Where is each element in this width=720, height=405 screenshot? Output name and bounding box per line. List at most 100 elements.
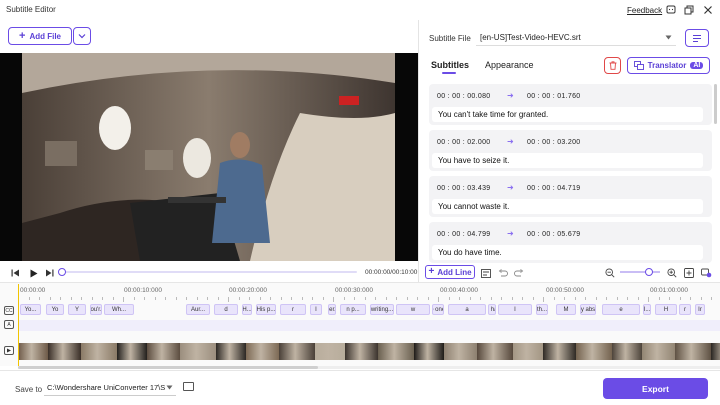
feedback-link[interactable]: Feedback	[627, 6, 662, 15]
add-file-button[interactable]: + Add File	[8, 27, 72, 45]
subtitle-clip[interactable]: r	[280, 304, 306, 315]
undo-icon[interactable]	[497, 267, 509, 279]
add-line-button[interactable]: + Add Line	[425, 265, 475, 279]
tab-appearance[interactable]: Appearance	[485, 60, 534, 70]
ruler-tick	[480, 297, 481, 300]
zoom-in-icon[interactable]	[666, 267, 678, 279]
title-bar: Subtitle Editor	[0, 0, 720, 20]
video-thumbnail	[315, 343, 345, 360]
subtitle-clip[interactable]: You'r...	[90, 304, 102, 315]
subtitle-clip[interactable]: d	[214, 304, 238, 315]
export-button[interactable]: Export	[603, 378, 708, 399]
play-icon[interactable]	[27, 267, 39, 279]
subtitle-item[interactable]: 00 : 00 : 00.080 ➜ 00 : 00 : 01.760 You …	[429, 84, 712, 125]
subtitle-start-time[interactable]: 00 : 00 : 03.439	[437, 185, 490, 192]
video-thumbnail-track[interactable]	[18, 343, 720, 360]
add-file-dropdown[interactable]	[73, 27, 91, 45]
ruler-label: 00:00:00	[20, 287, 46, 294]
subtitle-clip[interactable]: e	[602, 304, 640, 315]
ruler-tick	[564, 297, 565, 300]
subtitle-text[interactable]: You can't take time for granted.	[432, 107, 703, 122]
video-thumbnail	[414, 343, 444, 360]
subtitle-clip[interactable]: He ha...	[488, 304, 496, 315]
subtitle-item[interactable]: 00 : 00 : 02.000 ➜ 00 : 00 : 03.200 You …	[429, 130, 712, 171]
video-thumbnail	[444, 343, 477, 360]
close-icon[interactable]	[702, 4, 713, 15]
zoom-out-icon[interactable]	[604, 267, 616, 279]
subtitle-text[interactable]: You do have time.	[432, 245, 703, 260]
previous-frame-icon[interactable]	[9, 267, 21, 279]
split-icon[interactable]	[480, 267, 492, 279]
fit-timeline-icon[interactable]	[683, 267, 695, 279]
video-thumbnail	[543, 343, 576, 360]
subtitle-end-time[interactable]: 00 : 00 : 05.679	[527, 231, 580, 238]
chat-icon[interactable]	[665, 4, 676, 15]
subtitle-clip[interactable]: r	[679, 304, 691, 315]
subtitle-clip[interactable]: Ner...	[328, 304, 336, 315]
restore-icon[interactable]	[683, 4, 694, 15]
save-path-value: C:\Wondershare UniConverter 17\S	[47, 383, 165, 392]
text-track[interactable]	[18, 320, 720, 331]
subtitle-list-button[interactable]	[685, 29, 709, 47]
translator-button[interactable]: Translator AI	[627, 57, 710, 74]
zoom-slider[interactable]	[620, 271, 660, 273]
subtitle-clip[interactable]: Yo	[46, 304, 64, 315]
subtitle-end-time[interactable]: 00 : 00 : 01.760	[527, 93, 580, 100]
video-thumbnail	[675, 343, 711, 360]
ruler-tick	[260, 297, 261, 300]
folder-icon[interactable]	[183, 382, 194, 391]
subtitle-clip[interactable]: th...	[536, 304, 548, 315]
video-thumbnail	[711, 343, 720, 360]
subtitle-clip[interactable]: I...	[643, 304, 651, 315]
subtitle-clip[interactable]: Yo...	[20, 304, 41, 315]
subtitle-clip[interactable]: w	[396, 304, 430, 315]
playhead[interactable]	[18, 284, 19, 366]
timeline-settings-icon[interactable]	[700, 267, 712, 279]
subtitle-clip[interactable]: a	[448, 304, 486, 315]
subtitle-text[interactable]: You have to seize it.	[432, 153, 703, 168]
tab-active-indicator	[442, 72, 456, 74]
video-preview[interactable]	[0, 53, 418, 261]
ruler-tick	[438, 297, 439, 302]
subtitle-clip[interactable]: Aur...	[186, 304, 210, 315]
subtitle-clip[interactable]: No one...	[432, 304, 444, 315]
ruler-tick	[176, 297, 177, 300]
subtitle-clip[interactable]: H	[655, 304, 677, 315]
subtitle-list-scrollbar[interactable]	[714, 84, 717, 124]
subtitle-clip[interactable]: n p...	[340, 304, 366, 315]
subtitle-file-select[interactable]: [en-US]Test-Video-HEVC.srt	[476, 29, 676, 46]
subtitle-item[interactable]: 00 : 00 : 03.439 ➜ 00 : 00 : 04.719 You …	[429, 176, 712, 217]
subtitle-start-time[interactable]: 00 : 00 : 00.080	[437, 93, 490, 100]
zoom-handle[interactable]	[645, 268, 653, 276]
ruler-label: 00:00:20:000	[229, 287, 267, 294]
subtitle-end-time[interactable]: 00 : 00 : 04.719	[527, 185, 580, 192]
subtitle-clip[interactable]: I	[498, 304, 532, 315]
subtitle-clip[interactable]: Wh...	[104, 304, 134, 315]
redo-icon[interactable]	[513, 267, 525, 279]
subtitle-clip[interactable]: I	[310, 304, 322, 315]
delete-button[interactable]	[604, 57, 621, 74]
next-frame-icon[interactable]	[43, 267, 55, 279]
subtitle-item[interactable]: 00 : 00 : 04.799 ➜ 00 : 00 : 05.679 You …	[429, 222, 712, 263]
ruler-tick	[659, 297, 660, 300]
subtitle-clip[interactable]: Y	[68, 304, 86, 315]
subtitle-clip[interactable]: Ir	[695, 304, 705, 315]
timeline-scrollbar-thumb[interactable]	[18, 366, 318, 369]
seek-handle[interactable]	[58, 268, 66, 276]
subtitle-clip[interactable]: H...	[242, 304, 252, 315]
save-path-select[interactable]: C:\Wondershare UniConverter 17\S	[44, 380, 176, 396]
subtitle-start-time[interactable]: 00 : 00 : 04.799	[437, 231, 490, 238]
subtitle-text[interactable]: You cannot waste it.	[432, 199, 703, 214]
subtitle-clip[interactable]: writing...	[370, 304, 394, 315]
subtitle-clip[interactable]: His p...	[256, 304, 276, 315]
ruler-tick	[459, 297, 460, 300]
subtitle-start-time[interactable]: 00 : 00 : 02.000	[437, 139, 490, 146]
subtitle-clip[interactable]: M	[556, 304, 576, 315]
tab-subtitles[interactable]: Subtitles	[431, 60, 469, 70]
text-track-icon: A	[4, 320, 14, 329]
subtitle-end-time[interactable]: 00 : 00 : 03.200	[527, 139, 580, 146]
seek-bar[interactable]	[60, 271, 357, 273]
subtitle-clip[interactable]: my abs...	[580, 304, 596, 315]
ruler-tick	[197, 297, 198, 300]
chevron-down-icon	[665, 35, 672, 39]
